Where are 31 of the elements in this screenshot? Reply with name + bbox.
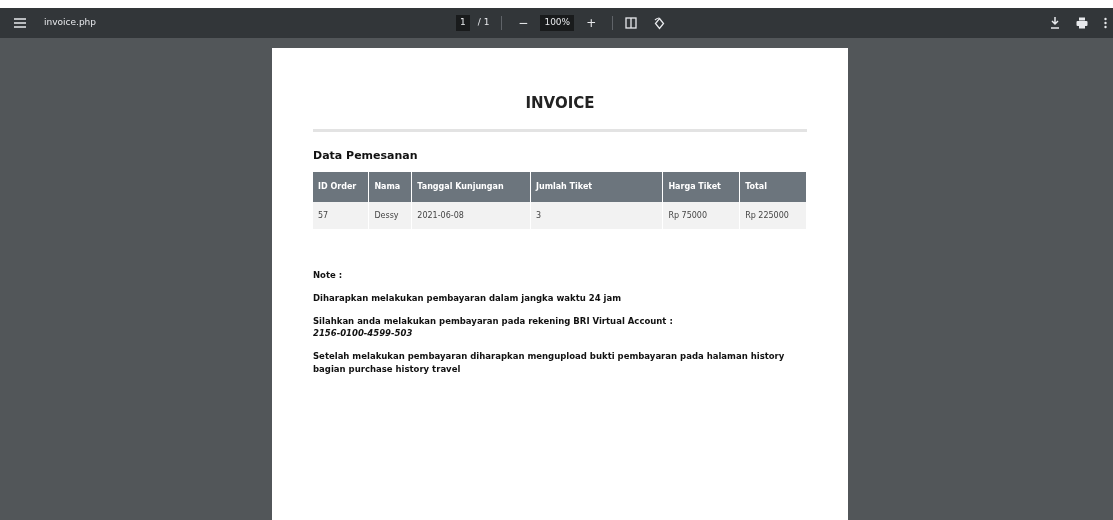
table-cell: Rp 75000 [662,202,740,229]
column-header: Total [739,172,807,202]
rotate-icon[interactable] [653,16,667,30]
column-header: Harga Tiket [662,172,740,202]
table-cell: 3 [530,202,663,229]
table-cell: 57 [313,202,369,229]
note-text: Diharapkan melakukan pembayaran dalam jangka waktu 24 jam [313,291,623,305]
zoom-out-button[interactable]: − [514,17,533,29]
note-text: Silahkan anda melakukan pembayaran pada rekening BRI Virtual Account : [313,314,674,328]
table-cell: 2021-06-08 [411,202,531,229]
section-title: Data Pemesanan [313,147,419,164]
more-icon[interactable] [1104,17,1107,29]
page-count: / 1 [477,16,490,30]
column-header: Tanggal Kunjungan [411,172,531,202]
note-label: Note : [313,269,344,282]
fit-page-icon[interactable] [625,17,638,29]
column-header: ID Order [313,172,369,202]
account-number: 2156-0100-4599-503 [313,327,414,340]
print-icon[interactable] [1076,17,1088,29]
zoom-field[interactable]: 100% [540,15,575,31]
page-number-field[interactable]: 1 [456,15,470,31]
table-cell: Dessy [368,202,412,229]
document-title: invoice.php [44,16,96,30]
column-header: Nama [368,172,412,202]
note-text: Setelah melakukan pembayaran diharapkan mengupload bukti pembayaran pada halaman history bagian purchase history travel [313,350,786,376]
invoice-heading: INVOICE [524,93,596,114]
menu-icon[interactable] [12,15,28,31]
table-cell: Rp 225000 [739,202,807,229]
zoom-in-button[interactable]: + [582,17,601,29]
column-header: Jumlah Tiket [530,172,663,202]
download-icon[interactable] [1050,17,1060,29]
